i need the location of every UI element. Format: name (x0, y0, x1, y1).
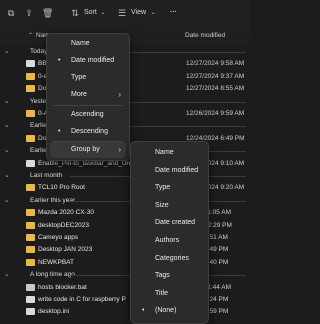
group-header[interactable]: ⌄ Earlier this year (0, 195, 250, 207)
menu-item-label: Date modified (155, 166, 199, 174)
group-header[interactable]: ⌄ A long time ago (0, 269, 250, 281)
file-date: 12/27/2024 8:55 AM (186, 85, 245, 93)
sort-icon[interactable]: ⇅ (70, 8, 80, 18)
sort-menu-item-group-by[interactable]: Group by › (50, 142, 126, 158)
collapse-chevron-icon[interactable]: ⌄ (4, 47, 10, 55)
menu-item-label: More (71, 91, 87, 98)
sort-menu-item-name[interactable]: Name (47, 36, 129, 52)
file-icon (26, 159, 35, 167)
menu-item-label: Name (155, 149, 174, 156)
menu-item-label: Ascending (71, 111, 104, 118)
menu-item-label: Size (155, 201, 169, 209)
group-by-item-none[interactable]: • (None) (131, 303, 208, 319)
file-row[interactable]: desktopDEC202312/24 12:29 PM (0, 220, 250, 232)
file-row[interactable]: Cameyo apps12/24 8:51 AM (0, 232, 250, 244)
menu-item-label: Name (71, 40, 90, 47)
check-dot-icon: • (58, 57, 61, 64)
collapse-chevron-icon[interactable]: ⌄ (4, 97, 10, 105)
folder-icon (26, 72, 35, 80)
group-by-item-tags[interactable]: Tags (131, 268, 208, 284)
sort-caret-icon: ⌃ (28, 33, 34, 39)
sort-menu-item-more[interactable]: More › (47, 87, 129, 103)
folder-icon (26, 234, 35, 241)
file-row[interactable]: Desktop JAN 202312/24 6:49 PM (0, 244, 250, 256)
file-date: 12/27/2024 9:58 AM (186, 60, 245, 68)
file-icon (26, 60, 35, 68)
file-row[interactable]: TCL10 Pro Root 12/20/2024 9:20 AM (0, 182, 250, 194)
menu-item-label: Descending (71, 128, 108, 135)
collapse-chevron-icon[interactable]: ⌄ (4, 146, 10, 154)
check-dot-icon: • (142, 307, 145, 315)
menu-item-label: Type (71, 74, 87, 81)
chevron-right-icon: › (118, 145, 121, 154)
chevron-down-icon[interactable]: ⌄ (148, 8, 158, 18)
sort-menu-item-date-modified[interactable]: • Date modified (47, 53, 129, 69)
sort-menu-item-ascending[interactable]: Ascending (47, 107, 129, 123)
folder-icon (26, 134, 35, 142)
group-by-item-date-modified[interactable]: Date modified (131, 163, 208, 179)
folder-icon (26, 258, 35, 266)
chevron-down-icon[interactable]: ⌄ (98, 8, 108, 18)
file-icon (26, 308, 35, 316)
menu-item-label: Title (155, 289, 168, 297)
share-icon[interactable]: ⇪ (24, 8, 34, 18)
folder-icon (26, 246, 35, 254)
group-by-item-authors[interactable]: Authors (131, 233, 208, 249)
folder-icon (26, 85, 35, 93)
file-date: 12/26/2024 9:59 AM (186, 110, 245, 117)
menu-item-label: Type (155, 184, 171, 192)
group-by-item-title[interactable]: Title (131, 286, 208, 302)
sort-button[interactable]: Sort (84, 9, 97, 16)
view-button[interactable]: View (131, 9, 146, 16)
delete-icon[interactable]: 🗑 (42, 8, 53, 18)
check-dot-icon: • (58, 128, 61, 135)
menu-item-label: Date created (155, 219, 196, 227)
collapse-chevron-icon[interactable]: ⌄ (4, 171, 10, 179)
file-date: 12/27/2024 9:37 AM (186, 72, 245, 80)
group-by-item-name[interactable]: Name (131, 145, 208, 161)
file-icon (26, 296, 35, 303)
group-by-item-size[interactable]: Size (131, 198, 208, 214)
more-options-button[interactable]: ··· (170, 9, 177, 16)
menu-item-label: Group by (71, 146, 100, 153)
collapse-chevron-icon[interactable]: ⌄ (4, 121, 10, 129)
menu-divider (53, 105, 123, 106)
file-row[interactable]: write code in C for raspberry P12/23 6:2… (0, 294, 250, 306)
date-column-header[interactable]: Date modified (185, 32, 225, 39)
file-row[interactable]: NEWKPBAT12/24 6:40 PM (0, 257, 250, 269)
folder-icon (26, 209, 35, 217)
command-bar: ⧉ ⇪ 🗑 ⇅ Sort ⌄ ☰ View ⌄ ··· (0, 0, 250, 29)
sort-menu-item-type[interactable]: Type (47, 70, 129, 86)
group-header[interactable]: ⌄ Last month (0, 170, 250, 182)
menu-item-label: Date modified (71, 57, 115, 64)
folder-icon (26, 184, 35, 192)
collapse-chevron-icon[interactable]: ⌄ (4, 270, 10, 278)
menu-item-label: Authors (155, 237, 180, 244)
group-by-item-type[interactable]: Type (131, 180, 208, 196)
chevron-right-icon: › (118, 90, 121, 99)
folder-icon (26, 221, 35, 229)
folder-icon (26, 110, 35, 117)
batch-file-icon (26, 283, 35, 291)
menu-divider (53, 141, 123, 142)
menu-item-label: Categories (155, 254, 189, 262)
group-by-item-date-created[interactable]: Date created (131, 215, 208, 231)
sort-menu-item-descending[interactable]: • Descending (47, 124, 129, 140)
file-row[interactable]: desktop.ini12/23 1:59 PM (0, 306, 250, 318)
menu-item-label: (None) (155, 307, 177, 315)
file-row[interactable]: Mazda 2020 CX-3012/24 11:05 AM (0, 207, 250, 219)
file-row[interactable]: hosts blocker.bat12/23 11:44 AM (0, 282, 250, 294)
group-by-submenu: Name Date modified Type Size Date created Aut… (130, 141, 209, 324)
collapse-chevron-icon[interactable]: ⌄ (4, 196, 10, 204)
group-by-item-categories[interactable]: Categories (131, 251, 208, 267)
view-icon[interactable]: ☰ (117, 8, 127, 18)
sort-menu: Name • Date modified Type More › Ascending • Des… (46, 33, 130, 161)
copy-icon[interactable]: ⧉ (6, 8, 16, 18)
menu-item-label: Tags (155, 272, 170, 280)
